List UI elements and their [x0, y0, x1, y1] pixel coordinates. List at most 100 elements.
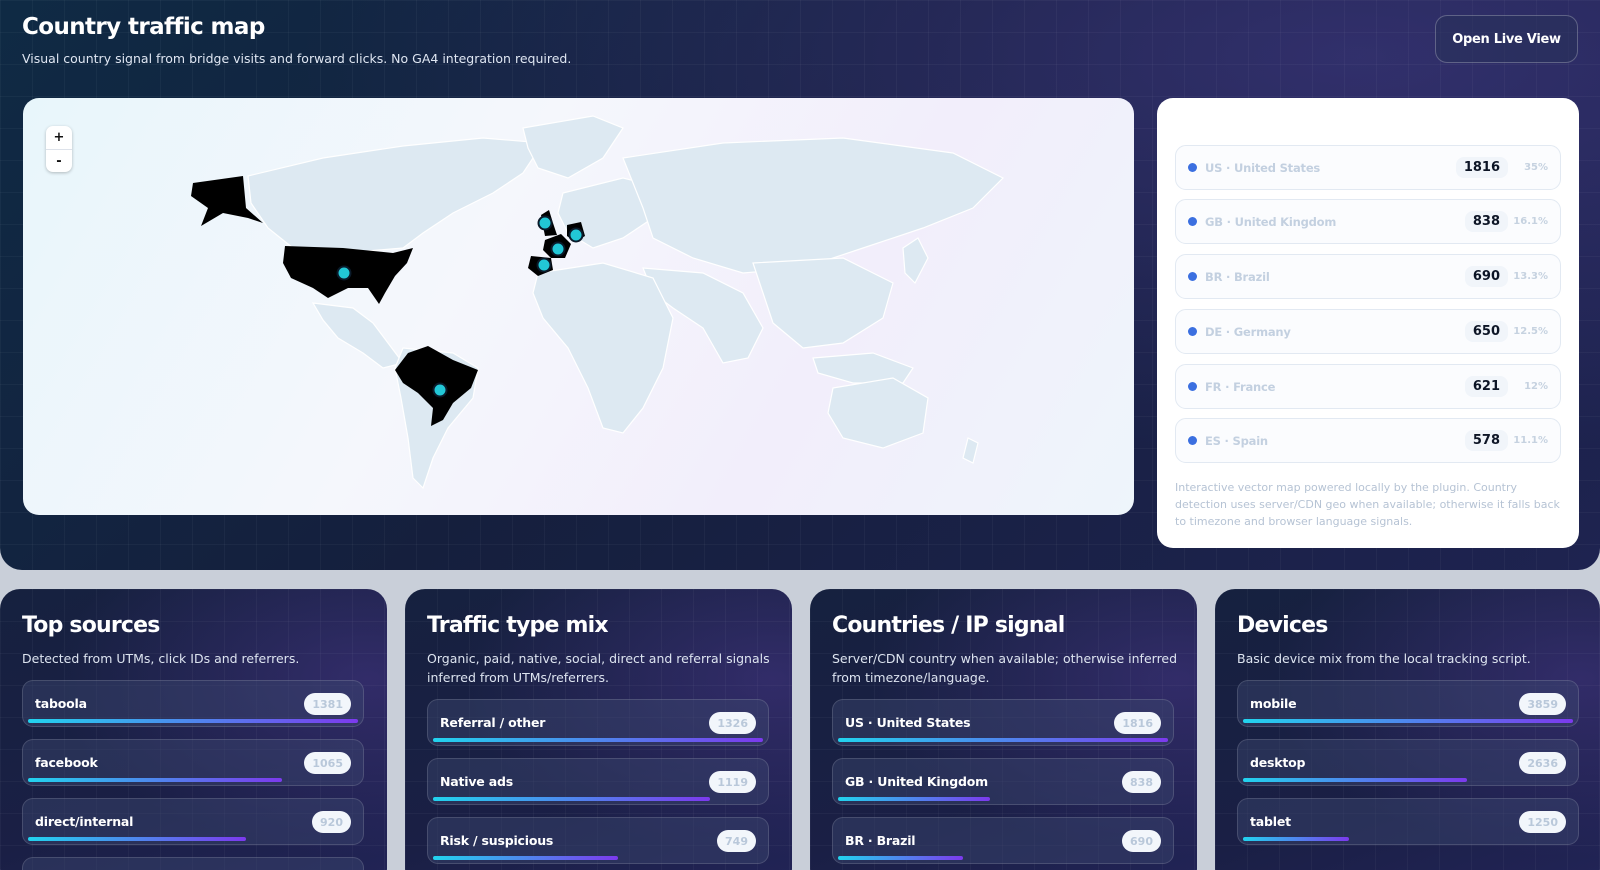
count-badge: 920 [312, 811, 351, 833]
world-map-canvas[interactable] [23, 98, 1134, 515]
item-label: taboola [35, 696, 87, 711]
share-bar [1243, 778, 1467, 782]
panel-description: Server/CDN country when available; other… [832, 651, 1178, 685]
traffic-type-panel: Traffic type mix Organic, paid, native, … [405, 589, 792, 870]
marker-us[interactable] [336, 265, 352, 281]
country-percent: 13.3% [1513, 271, 1548, 282]
country-label: BR · Brazil [1205, 269, 1270, 284]
country-dot-icon [1188, 163, 1197, 172]
country-dot-icon [1188, 327, 1197, 336]
list-item[interactable]: mobile 3859 [1237, 680, 1579, 727]
zoom-control: + - [46, 126, 72, 172]
country-label: US · United States [1205, 160, 1321, 175]
countries-ip-panel: Countries / IP signal Server/CDN country… [810, 589, 1197, 870]
share-bar [1243, 837, 1349, 841]
panel-description: Organic, paid, native, social, direct an… [427, 651, 770, 685]
panel-description: Basic device mix from the local tracking… [1237, 651, 1531, 666]
marker-es[interactable] [536, 257, 552, 273]
country-map-section: Country traffic map Visual country signa… [0, 0, 1600, 570]
map-info-note: Interactive vector map powered locally b… [1175, 481, 1560, 528]
country-count: 578 [1464, 430, 1508, 451]
count-badge: 838 [1122, 771, 1161, 793]
count-badge: 1816 [1114, 712, 1161, 734]
panel-title: Devices [1237, 613, 1328, 638]
count-badge: 3859 [1519, 693, 1566, 715]
item-label: mobile [1250, 696, 1297, 711]
item-label: Native ads [440, 774, 513, 789]
item-label: desktop [1250, 755, 1306, 770]
item-label: GB · United Kingdom [845, 774, 988, 789]
list-item[interactable]: taboola 1381 [22, 680, 364, 727]
country-count: 838 [1464, 211, 1508, 232]
share-bar [838, 856, 963, 860]
list-item[interactable]: Native ads 1119 [427, 758, 769, 805]
share-bar [433, 856, 618, 860]
count-badge: 2636 [1519, 752, 1566, 774]
share-bar [1243, 719, 1573, 723]
country-row[interactable]: BR · Brazil 690 13.3% [1175, 254, 1561, 299]
country-ranking-card: US · United States 1816 35% GB · United … [1157, 98, 1579, 548]
country-label: DE · Germany [1205, 324, 1291, 339]
panel-title: Traffic type mix [427, 613, 609, 638]
panel-description: Detected from UTMs, click IDs and referr… [22, 651, 300, 666]
country-count: 1816 [1455, 157, 1508, 178]
list-item[interactable]: facebook 1065 [22, 739, 364, 786]
list-item[interactable]: direct/internal 920 [22, 798, 364, 845]
country-label: ES · Spain [1205, 433, 1268, 448]
marker-fr[interactable] [550, 241, 566, 257]
count-badge: 1065 [304, 752, 351, 774]
count-badge: 690 [1122, 830, 1161, 852]
country-percent: 35% [1524, 162, 1548, 173]
item-label: direct/internal [35, 814, 134, 829]
list-item[interactable]: Referral / other 1326 [427, 699, 769, 746]
list-item[interactable]: Risk / suspicious 749 [427, 817, 769, 864]
list-item[interactable]: tablet 1250 [1237, 798, 1579, 845]
world-map[interactable]: + - [23, 98, 1134, 515]
country-row[interactable]: US · United States 1816 35% [1175, 145, 1561, 190]
share-bar [28, 837, 246, 841]
list-item[interactable]: US · United States 1816 [832, 699, 1174, 746]
zoom-out-button[interactable]: - [46, 149, 72, 172]
country-count: 621 [1464, 376, 1508, 397]
zoom-in-button[interactable]: + [46, 126, 72, 149]
item-label: tablet [1250, 814, 1291, 829]
list-item[interactable]: desktop 2636 [1237, 739, 1579, 786]
item-label: BR · Brazil [845, 833, 916, 848]
share-bar [838, 738, 1168, 742]
country-dot-icon [1188, 382, 1197, 391]
panel-title: Top sources [22, 613, 160, 638]
country-percent: 11.1% [1513, 435, 1548, 446]
list-item[interactable]: BR · Brazil 690 [832, 817, 1174, 864]
country-row[interactable]: GB · United Kingdom 838 16.1% [1175, 199, 1561, 244]
share-bar [433, 797, 710, 801]
count-badge: 1250 [1519, 811, 1566, 833]
item-label: US · United States [845, 715, 971, 730]
country-dot-icon [1188, 436, 1197, 445]
marker-br[interactable] [432, 382, 448, 398]
country-count: 650 [1464, 321, 1508, 342]
page-title: Country traffic map [22, 14, 265, 40]
country-dot-icon [1188, 272, 1197, 281]
country-count: 690 [1464, 266, 1508, 287]
marker-gb[interactable] [537, 215, 553, 231]
country-row[interactable]: FR · France 621 12% [1175, 364, 1561, 409]
item-label: facebook [35, 755, 98, 770]
marker-de[interactable] [568, 227, 584, 243]
page-subtitle: Visual country signal from bridge visits… [22, 51, 572, 66]
open-live-view-button[interactable]: Open Live View [1435, 15, 1578, 63]
land-masses [247, 115, 1005, 490]
share-bar [838, 797, 990, 801]
list-item[interactable]: GB · United Kingdom 838 [832, 758, 1174, 805]
list-item[interactable] [22, 857, 364, 870]
country-dot-icon [1188, 217, 1197, 226]
item-label: Referral / other [440, 715, 546, 730]
country-percent: 16.1% [1513, 216, 1548, 227]
country-label: FR · France [1205, 379, 1276, 394]
devices-panel: Devices Basic device mix from the local … [1215, 589, 1600, 870]
country-row[interactable]: ES · Spain 578 11.1% [1175, 418, 1561, 463]
count-badge: 749 [717, 830, 756, 852]
country-percent: 12.5% [1513, 326, 1548, 337]
count-badge: 1119 [709, 771, 756, 793]
item-label: Risk / suspicious [440, 833, 554, 848]
country-row[interactable]: DE · Germany 650 12.5% [1175, 309, 1561, 354]
